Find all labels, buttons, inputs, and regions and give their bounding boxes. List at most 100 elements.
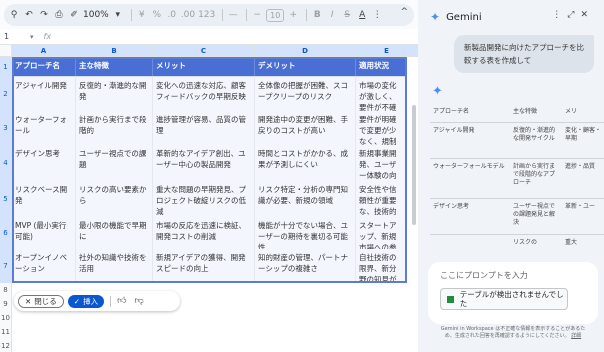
increase-decimal-icon[interactable]: .00 <box>181 6 195 24</box>
response-cell: 反復的・漸進的な開発サイクル <box>513 127 556 142</box>
row-header[interactable]: 7 <box>0 249 12 283</box>
font-size-input[interactable]: 10 <box>266 8 285 22</box>
table-cell[interactable]: 知的財産の管理、パートナーシップの複雑さ <box>255 249 356 283</box>
thumbs-down-icon[interactable]: 👎︎ <box>135 296 144 306</box>
table-cell[interactable]: 革新的なアイデア創出、ユーザー中心の製品開発 <box>153 145 255 181</box>
row-header[interactable]: 2 <box>0 77 12 111</box>
more-formats-icon[interactable]: 123 <box>198 6 215 24</box>
table-header-cell[interactable]: 主な特徴 <box>76 57 153 76</box>
table-cell[interactable]: リスクベース開発 <box>12 181 76 217</box>
more-options-icon[interactable]: ⋮ <box>371 6 383 24</box>
column-header[interactable]: A <box>12 45 76 57</box>
table-cell[interactable]: スタートアップ、新規市場への参入、アイデア <box>356 217 407 249</box>
bold-icon[interactable]: B <box>311 6 323 24</box>
table-header-cell[interactable]: アプローチ名 <box>12 57 76 76</box>
response-cell: リスクの <box>513 239 538 246</box>
table-cell[interactable]: 要件が明確で変更が少なく、規制の厳し <box>356 111 407 145</box>
row-header[interactable]: 8 <box>0 283 12 297</box>
more-options-icon[interactable]: ⋮ <box>552 10 567 20</box>
row-header[interactable]: 9 <box>0 297 12 311</box>
name-box[interactable]: 1 <box>0 32 30 41</box>
sheet-grid[interactable]: A B C D E 1 2 3 4 5 6 7 8 9 10 11 12 アプロ… <box>0 45 418 352</box>
row-header[interactable]: 5 <box>0 181 12 217</box>
table-cell[interactable]: 市場の反応を迅速に検証、開発コストの削減 <box>153 217 255 249</box>
strikethrough-icon[interactable]: S <box>341 6 353 24</box>
undo-icon[interactable]: ↶ <box>23 6 35 24</box>
toolbar-divider <box>306 9 308 21</box>
response-table-header: アプローチ名 主な特徴 メリ <box>430 100 604 123</box>
table-header-cell[interactable]: デメリット <box>255 57 356 76</box>
decrease-font-size-icon[interactable]: − <box>251 6 263 24</box>
toolbar-divider <box>130 9 132 21</box>
zoom-select[interactable]: 100% <box>83 6 109 24</box>
prompt-input[interactable]: ここにプロンプトを入力 <box>440 270 528 281</box>
close-icon[interactable]: ✕ <box>580 10 594 20</box>
toolbar-divider <box>246 9 248 21</box>
table-cell[interactable]: 時間とコストがかかる、成果が予測しにくい <box>255 145 356 181</box>
table-cell[interactable]: ウォーターフォール <box>12 111 76 145</box>
row-header[interactable]: 11 <box>0 325 12 339</box>
redo-icon[interactable]: ↷ <box>38 6 50 24</box>
decrease-decimal-icon[interactable]: .0 <box>166 6 178 24</box>
paint-format-icon[interactable]: ✐ <box>68 6 80 24</box>
row-header[interactable]: 4 <box>0 145 12 181</box>
table-cell[interactable]: オープンイノベーション <box>12 249 76 283</box>
search-menus-icon[interactable]: ⚲ <box>8 6 20 24</box>
font-select[interactable]: — <box>227 6 239 24</box>
text-color-icon[interactable]: A <box>356 6 368 24</box>
row-header[interactable]: 1 <box>0 57 12 77</box>
increase-font-size-icon[interactable]: + <box>287 6 299 24</box>
zoom-dropdown-icon[interactable]: ▾ <box>112 6 124 24</box>
table-cell[interactable]: リスク特定・分析の専門知識が必要、新規の領域 <box>255 181 356 217</box>
gemini-panel: ✦ Gemini ⋮⤢✕ 新製品開発に向けたアプローチを比較する表を作成して ✦… <box>420 0 604 352</box>
table-cell[interactable]: 自社技術の限界、新分野の知見が必要な場合 <box>356 249 407 283</box>
currency-format-icon[interactable]: ¥ <box>136 6 148 24</box>
table-cell[interactable]: 社外の知識や技術を活用 <box>76 249 153 283</box>
disclaimer-text: Gemini in Workspace は不正確な情報を表示することがあるため、… <box>440 326 586 339</box>
table-header-cell[interactable]: 適用状況 <box>356 57 407 76</box>
row-header[interactable]: 12 <box>0 339 12 352</box>
expand-icon[interactable]: ⤢ <box>567 10 580 20</box>
table-cell[interactable]: 変化への迅速な対応、顧客フィードバックの早期反映 <box>153 77 255 111</box>
column-header[interactable]: E <box>356 45 418 57</box>
table-cell[interactable]: 市場の変化が激しく、要件が不確実な <box>356 77 407 111</box>
row-header[interactable]: 6 <box>0 217 12 249</box>
table-header-cell[interactable]: メリット <box>153 57 255 76</box>
table-cell[interactable]: 重大な問題の早期発見、プロジェクト破綻リスクの低減 <box>153 181 255 217</box>
column-header[interactable]: B <box>76 45 153 57</box>
close-button[interactable]: ✕ 閉じる <box>18 294 64 308</box>
table-cell[interactable]: 安全性や信頼性が重要な、技術的な挑戦が大きい <box>356 181 407 217</box>
prompt-box[interactable]: ここにプロンプトを入力 テーブルが検出されませんでした <box>428 262 598 324</box>
table-cell[interactable]: アジャイル開発 <box>12 77 76 111</box>
insert-button[interactable]: ✓ 挿入 <box>67 294 105 308</box>
print-icon[interactable]: ⎙ <box>53 6 65 24</box>
table-cell[interactable]: 計画から実行まで段階的 <box>76 111 153 145</box>
table-cell[interactable]: デザイン思考 <box>12 145 76 181</box>
table-cell[interactable]: 開発途中の変更が困難、手戻りのコストが高い <box>255 111 356 145</box>
table-cell[interactable]: 全体像の把握が困難、スコープクリープのリスク <box>255 77 356 111</box>
select-all-corner[interactable] <box>0 45 12 57</box>
column-header[interactable]: C <box>153 45 255 57</box>
table-cell[interactable]: リスクの高い要素から <box>76 181 153 217</box>
table-cell[interactable]: 機能が十分でない場合、ユーザーの期待を裏切る可能性 <box>255 217 356 249</box>
row-header[interactable]: 10 <box>0 311 12 325</box>
vertical-scrollbar[interactable] <box>412 105 416 225</box>
row-header[interactable]: 3 <box>0 111 12 145</box>
disclaimer-link[interactable]: 詳細 <box>571 333 581 339</box>
table-cell[interactable]: MVP (最小実行可能) <box>12 217 76 249</box>
name-box-dropdown-icon[interactable]: ▾ <box>30 33 34 41</box>
close-label: 閉じる <box>34 296 57 306</box>
context-chip[interactable]: テーブルが検出されませんでした <box>440 288 568 310</box>
table-cell[interactable]: 最小限の機能で早期に <box>76 217 153 249</box>
table-cell[interactable]: ユーザー視点での課題 <box>76 145 153 181</box>
response-cell: 計画から実行まで段階的なアプローチ <box>513 163 556 186</box>
table-cell[interactable]: 新規事業開発、ユーザー体験の向上、複雑な <box>356 145 407 181</box>
collapse-toolbar-icon[interactable]: ^ <box>400 7 408 17</box>
table-cell[interactable]: 新規アイデアの獲得、開発スピードの向上 <box>153 249 255 283</box>
thumbs-up-icon[interactable]: 👍︎ <box>117 296 126 306</box>
column-header[interactable]: D <box>255 45 356 57</box>
italic-icon[interactable]: I <box>326 6 338 24</box>
percent-format-icon[interactable]: % <box>151 6 163 24</box>
table-cell[interactable]: 反復的・漸進的な開発 <box>76 77 153 111</box>
table-cell[interactable]: 進捗管理が容易、品質の管理 <box>153 111 255 145</box>
